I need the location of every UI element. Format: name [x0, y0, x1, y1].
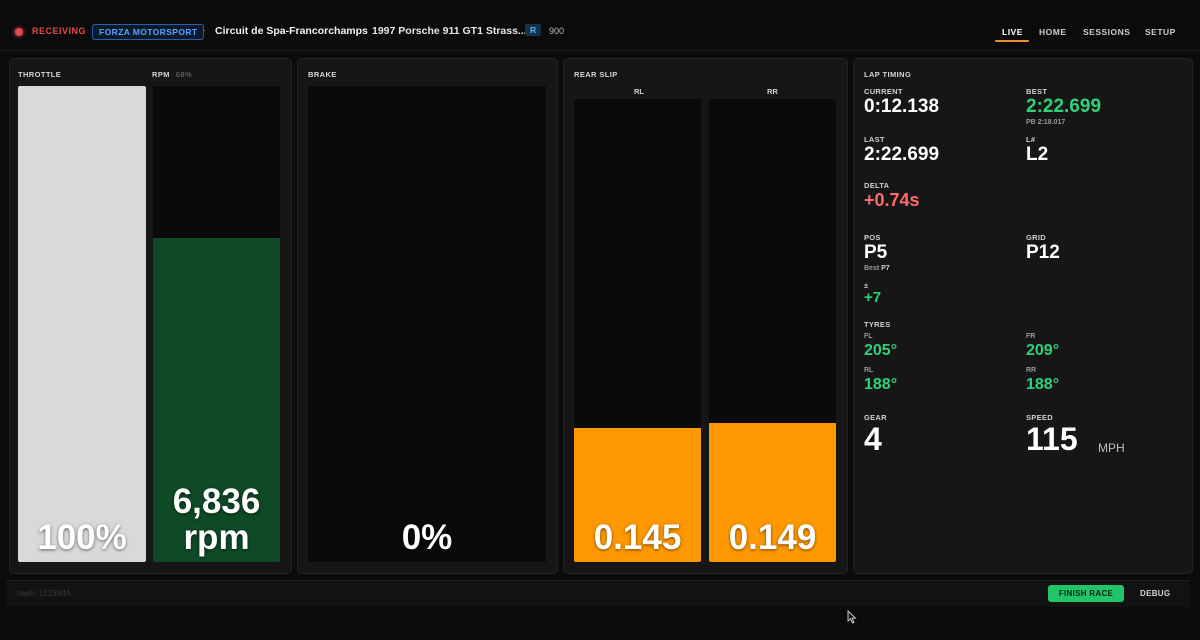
personal-best: PB 2:18.017 [1026, 119, 1066, 126]
rear-left-label: RL [634, 87, 644, 96]
position-value: P5 [864, 242, 888, 263]
speed-value: 115 [1026, 421, 1078, 457]
rpm-label: RPM 68% [152, 70, 193, 79]
separator: · [361, 25, 365, 36]
rpm-percent: 68% [175, 70, 193, 79]
best-lap-time: 2:22.699 [1026, 96, 1102, 117]
tyre-rl-label: RL [864, 367, 874, 374]
tyre-fl-label: FL [864, 333, 873, 340]
current-lap-label: CURRENT [864, 87, 903, 96]
rear-slip-label: REAR SLIP [574, 70, 618, 79]
current-lap-time: 0:12.138 [864, 96, 940, 117]
rear-right-slip-value: 0.149 [728, 518, 817, 557]
tyre-fr-temp: 209° [1026, 342, 1060, 359]
tyre-rl-temp: 188° [864, 376, 898, 393]
brake-label: BRAKE [308, 70, 337, 79]
car-name: 1997 Porsche 911 GT1 Strass... [372, 25, 527, 37]
bottom-bar: hash: 12239dA FINISH RACE DEBUG [6, 580, 1190, 607]
best-position: Best P7 [864, 265, 890, 272]
delta-label: DELTA [864, 181, 890, 190]
performance-index: 900 [549, 26, 565, 36]
recording-dot-icon [15, 28, 23, 36]
positions-gained: +7 [864, 289, 882, 306]
grid-value: P12 [1026, 242, 1060, 263]
throttle-value: 100% [37, 518, 127, 557]
rear-left-slip-value: 0.145 [593, 518, 682, 557]
rpm-bar: 6,836 rpm [153, 86, 280, 562]
speed-unit: MPH [1098, 441, 1125, 455]
position-label: POS [864, 233, 881, 242]
last-lap-time: 2:22.699 [864, 144, 940, 165]
last-lap-label: LAST [864, 135, 885, 144]
nav-active-indicator [995, 40, 1029, 42]
throttle-bar: 100% [18, 86, 146, 562]
brake-panel: BRAKE 0% [297, 58, 558, 574]
lap-number: L2 [1026, 144, 1049, 165]
tyre-rr-label: RR [1026, 367, 1037, 374]
footnote: hash: 12239dA [17, 589, 71, 598]
tyre-fr-label: FR [1026, 333, 1036, 340]
rear-left-slip-bar: 0.145 [574, 99, 701, 562]
rpm-unit: rpm [183, 518, 250, 557]
game-badge: FORZA MOTORSPORT [92, 24, 205, 40]
best-lap-label: BEST [1026, 87, 1048, 96]
rpm-value: 6,836 [172, 482, 261, 521]
nav-home[interactable]: HOME [1039, 27, 1067, 37]
rear-right-slip-bar: 0.149 [709, 99, 836, 562]
throttle-rpm-panel: THROTTLE RPM 68% 100% 6,836 rpm [9, 58, 292, 574]
mouse-cursor-icon [847, 610, 857, 624]
receiving-status: RECEIVING [32, 26, 87, 36]
grid-label: GRID [1026, 233, 1046, 242]
rear-right-label: RR [767, 87, 778, 96]
nav-live[interactable]: LIVE [1002, 27, 1023, 37]
brake-value: 0% [401, 518, 453, 557]
throttle-label: THROTTLE [18, 70, 62, 79]
lap-timing-panel: LAP TIMING CURRENT 0:12.138 BEST 2:22.69… [853, 58, 1193, 574]
car-class-badge: R [525, 24, 542, 36]
nav-sessions[interactable]: SESSIONS [1083, 27, 1130, 37]
gear-value: 4 [864, 421, 882, 457]
throttle-bar-fill [18, 86, 146, 562]
delta-value: +0.74s [864, 190, 920, 210]
brake-bar: 0% [308, 86, 546, 562]
top-bar: RECEIVING FORZA MOTORSPORT · Circuit de … [0, 14, 1200, 51]
lap-timing-title: LAP TIMING [864, 70, 912, 79]
debug-button[interactable]: DEBUG [1140, 589, 1170, 598]
lap-number-label: L# [1026, 135, 1036, 144]
tyre-fl-temp: 205° [864, 342, 898, 359]
finish-race-button[interactable]: FINISH RACE [1048, 585, 1124, 602]
nav-setup[interactable]: SETUP [1145, 27, 1176, 37]
tyres-label: TYRES [864, 320, 891, 329]
rear-slip-panel: REAR SLIP RL RR 0.145 0.149 [563, 58, 848, 574]
separator: · [203, 25, 207, 36]
track-name: Circuit de Spa-Francorchamps [215, 25, 368, 37]
tyre-rr-temp: 188° [1026, 376, 1060, 393]
